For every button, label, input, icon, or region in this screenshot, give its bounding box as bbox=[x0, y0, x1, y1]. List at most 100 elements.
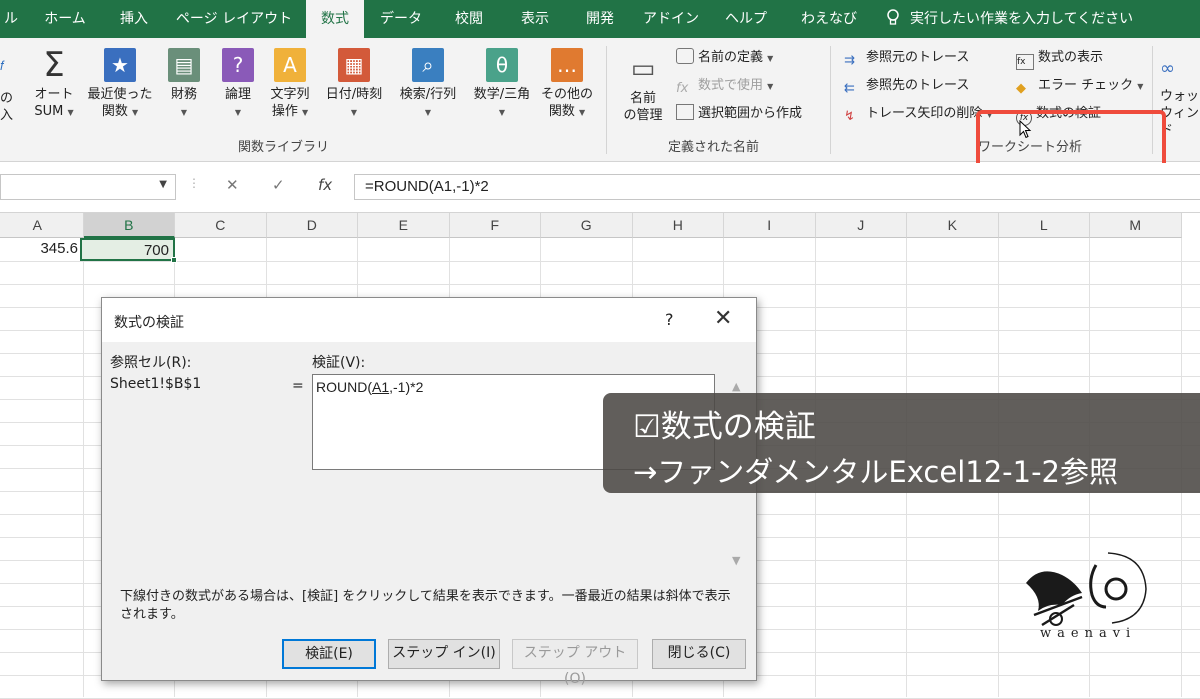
column-header-b[interactable]: B bbox=[83, 213, 175, 238]
group-separator bbox=[830, 46, 831, 154]
expr-underlined: A1 bbox=[372, 379, 390, 395]
warning-icon: ◆ bbox=[1016, 81, 1026, 96]
scroll-up-icon[interactable]: ▲ bbox=[732, 380, 740, 393]
help-icon[interactable]: ? bbox=[665, 310, 674, 329]
formula-bar: ▼ ⋮ ✕ ✓ fx =ROUND(A1,-1)*2 bbox=[0, 163, 1200, 213]
create-from-selection-button[interactable]: 選択範囲から作成 bbox=[676, 102, 802, 126]
column-header-j[interactable]: J bbox=[815, 213, 907, 238]
name-tag-icon: ▭ bbox=[630, 54, 656, 84]
chevron-down-icon: ▼ bbox=[159, 179, 167, 190]
trace-precedents-button[interactable]: ⇉ 参照元のトレース bbox=[844, 46, 969, 70]
date-time-button[interactable]: ▦ 日付/時刻 ▼ bbox=[318, 48, 390, 121]
ribbon-formulas: 𝑓の入 Σ オート SUM ▼ ★ 最近使った 関数 ▼ ▤ 財務 ▼ ? 論理… bbox=[0, 38, 1200, 202]
step-in-button[interactable]: ステップ イン(I) bbox=[388, 639, 500, 669]
caption-title: ☑数式の検証 bbox=[633, 409, 816, 445]
column-header-l[interactable]: L bbox=[998, 213, 1090, 238]
trace-dependents-icon: ⇇ bbox=[844, 81, 855, 96]
cell-b1[interactable]: 700 bbox=[80, 238, 175, 261]
question-book-icon: ? bbox=[222, 48, 254, 82]
show-formulas-icon: fx bbox=[1016, 54, 1034, 70]
insert-function-icon[interactable]: fx bbox=[318, 176, 332, 194]
evaluate-button[interactable]: 検証(E) bbox=[282, 639, 376, 669]
ribbon-left-cutoff: 𝑓の入 bbox=[0, 59, 14, 123]
column-header-g[interactable]: G bbox=[541, 213, 633, 238]
remove-arrows-button[interactable]: ↯ トレース矢印の削除 ▼ bbox=[844, 102, 993, 126]
glasses-icon: ∞ bbox=[1160, 58, 1175, 79]
text-a-icon: A bbox=[274, 48, 306, 82]
evaluation-label: 検証(V): bbox=[312, 355, 366, 371]
cell-a1[interactable]: 345.6 bbox=[0, 238, 82, 260]
caption-reference: →ファンダメンタルExcel12-1-2参照 bbox=[633, 455, 1118, 489]
group-label-defined-names: 定義された名前 bbox=[668, 140, 760, 155]
tab-developer[interactable]: 開発 bbox=[572, 0, 628, 38]
column-header-h[interactable]: H bbox=[632, 213, 724, 238]
reference-value: Sheet1!$B$1 bbox=[110, 376, 202, 392]
tab-home[interactable]: ホーム bbox=[36, 0, 94, 38]
column-header-a[interactable]: A bbox=[0, 213, 84, 238]
tab-addins[interactable]: アドイン bbox=[638, 0, 704, 38]
dialog-note: 下線付きの数式がある場合は、[検証] をクリックして結果を表示できます。一番最近… bbox=[120, 589, 731, 622]
theta-book-icon: θ bbox=[486, 48, 518, 82]
star-book-icon: ★ bbox=[104, 48, 136, 82]
column-header-k[interactable]: K bbox=[907, 213, 999, 238]
scroll-down-icon[interactable]: ▼ bbox=[732, 554, 740, 567]
name-manager-button[interactable]: ▭ 名前 の管理 bbox=[616, 52, 670, 124]
group-separator bbox=[606, 46, 607, 154]
tell-me-search[interactable]: 実行したい作業を入力してください bbox=[910, 0, 1140, 38]
step-out-button[interactable]: ステップ アウト(O) bbox=[512, 639, 638, 687]
finance-icon: ▤ bbox=[168, 48, 200, 82]
recently-used-button[interactable]: ★ 最近使った 関数 ▼ bbox=[84, 48, 156, 121]
tab-data[interactable]: データ bbox=[372, 0, 430, 38]
formula-input[interactable]: =ROUND(A1,-1)*2 bbox=[354, 174, 1200, 200]
use-in-formula-button[interactable]: fx 数式で使用 ▼ bbox=[676, 74, 773, 98]
reference-label: 参照セル(R): bbox=[110, 355, 192, 371]
enter-icon[interactable]: ✓ bbox=[272, 176, 285, 194]
error-checking-button[interactable]: ◆ エラー チェック ▼ bbox=[1016, 74, 1143, 98]
more-functions-button[interactable]: … その他の 関数 ▼ bbox=[538, 48, 596, 121]
column-header-c[interactable]: C bbox=[175, 213, 267, 238]
column-header-f[interactable]: F bbox=[449, 213, 541, 238]
group-label-function-library: 関数ライブラリ bbox=[238, 140, 330, 155]
watch-window-button[interactable]: ∞ ウォッ ウィンド bbox=[1160, 60, 1200, 139]
expr-prefix: ROUND( bbox=[316, 379, 372, 395]
tab-insert[interactable]: 挿入 bbox=[108, 0, 160, 38]
column-header-m[interactable]: M bbox=[1090, 213, 1182, 238]
column-header-e[interactable]: E bbox=[358, 213, 450, 238]
more-book-icon: … bbox=[551, 48, 583, 82]
cancel-icon[interactable]: ✕ bbox=[226, 176, 239, 194]
column-header-d[interactable]: D bbox=[266, 213, 358, 238]
logical-button[interactable]: ? 論理 ▼ bbox=[214, 48, 262, 121]
logo-text: waenavi bbox=[1040, 626, 1137, 641]
show-formulas-button[interactable]: fx 数式の表示 bbox=[1016, 46, 1103, 70]
dialog-title: 数式の検証 bbox=[114, 315, 184, 331]
tab-page-layout[interactable]: ページ レイアウト bbox=[170, 0, 298, 38]
text-button[interactable]: A 文字列 操作 ▼ bbox=[264, 48, 316, 121]
tab-file[interactable]: ル bbox=[0, 0, 22, 38]
trace-precedents-icon: ⇉ bbox=[844, 53, 855, 68]
fx-icon: fx bbox=[676, 81, 689, 96]
ribbon-tab-bar: ル ホーム 挿入 ページ レイアウト 数式 データ 校閲 表示 開発 アドイン … bbox=[0, 0, 1200, 38]
tab-waenavi[interactable]: わえなび bbox=[790, 0, 868, 38]
lightbulb-icon bbox=[887, 9, 899, 25]
formula-bar-grip: ⋮ bbox=[188, 176, 200, 190]
trace-dependents-button[interactable]: ⇇ 参照先のトレース bbox=[844, 74, 969, 98]
column-header-i[interactable]: I bbox=[724, 213, 816, 238]
fill-handle[interactable] bbox=[171, 257, 177, 263]
name-box[interactable]: ▼ bbox=[0, 174, 176, 200]
close-button[interactable]: 閉じる(C) bbox=[652, 639, 746, 669]
financial-button[interactable]: ▤ 財務 ▼ bbox=[160, 48, 208, 121]
tab-help[interactable]: ヘルプ bbox=[714, 0, 778, 38]
close-icon[interactable]: ✕ bbox=[714, 306, 732, 331]
caption-overlay: ☑数式の検証 →ファンダメンタルExcel12-1-2参照 bbox=[603, 393, 1200, 493]
tab-review[interactable]: 校閲 bbox=[440, 0, 498, 38]
lookup-reference-button[interactable]: ⌕ 検索/行列 ▼ bbox=[392, 48, 464, 121]
tab-view[interactable]: 表示 bbox=[506, 0, 564, 38]
define-name-button[interactable]: 名前の定義 ▼ bbox=[676, 46, 773, 70]
autosum-button[interactable]: Σ オート SUM ▼ bbox=[28, 48, 80, 121]
math-trig-button[interactable]: θ 数学/三角 ▼ bbox=[466, 48, 538, 121]
tab-formulas[interactable]: 数式 bbox=[306, 0, 364, 38]
calendar-icon: ▦ bbox=[338, 48, 370, 82]
expr-suffix: ,-1)*2 bbox=[389, 379, 424, 395]
gridline-horizontal bbox=[0, 284, 1200, 285]
sigma-icon: Σ bbox=[43, 45, 65, 85]
